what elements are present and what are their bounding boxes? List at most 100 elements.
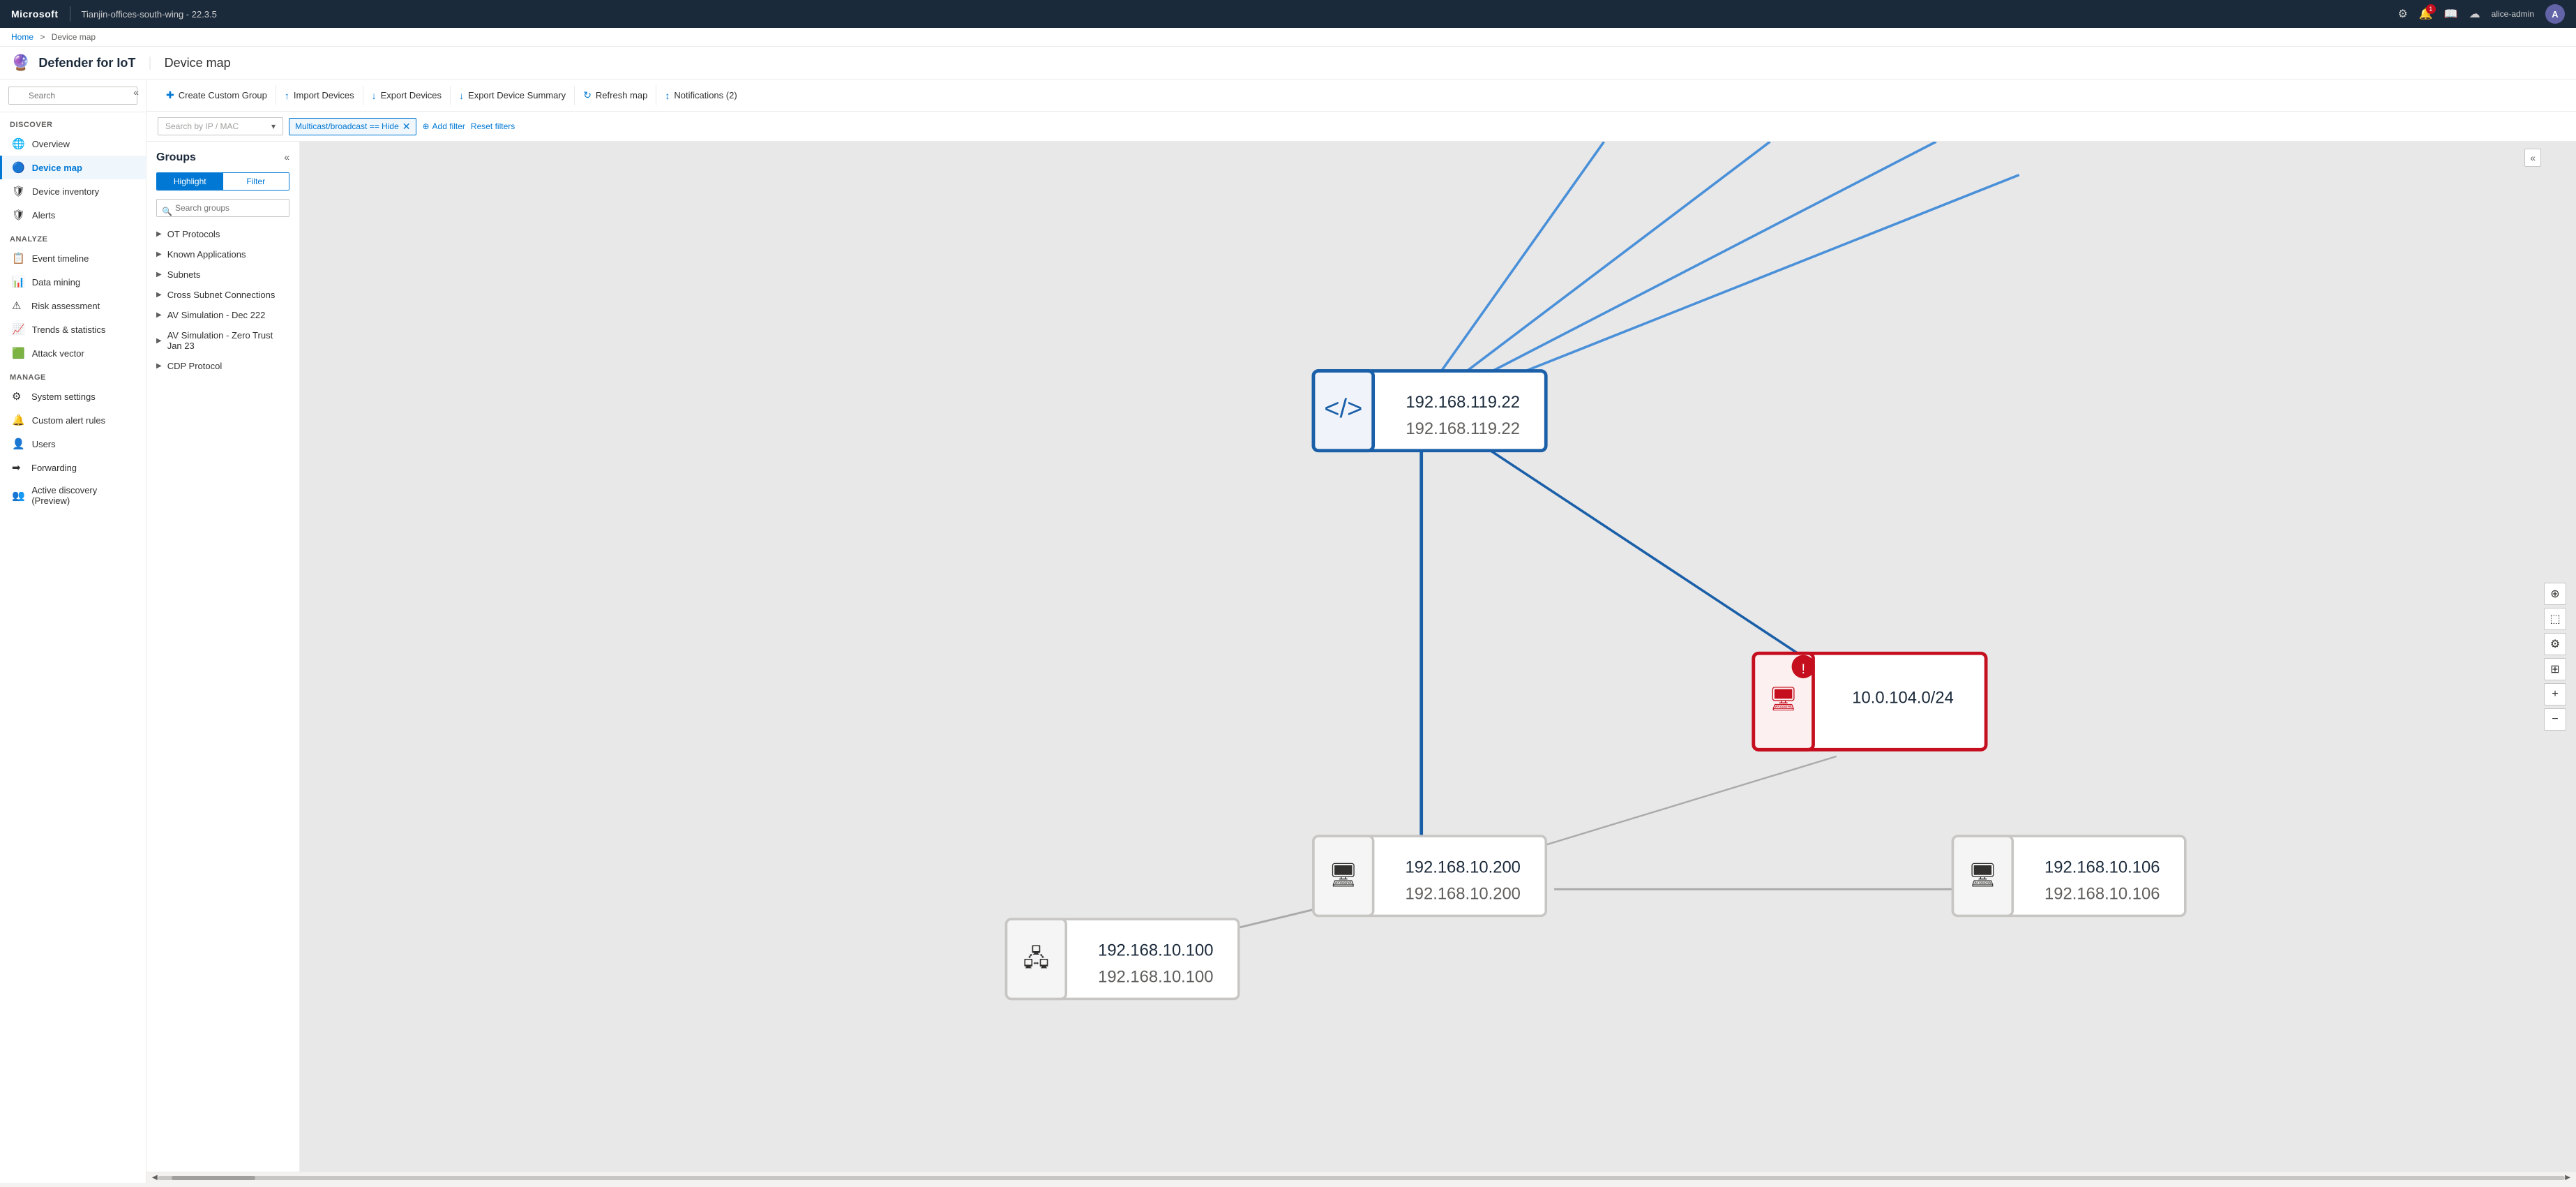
refresh-icon: ↻ (583, 89, 592, 101)
breadcrumb-sep: > (40, 32, 45, 42)
add-filter-button[interactable]: ⊕ Add filter (422, 121, 465, 131)
groups-search-input[interactable] (156, 199, 289, 217)
export-devices-label: Export Devices (381, 90, 442, 100)
tab-highlight[interactable]: Highlight (157, 173, 223, 190)
map-cursor-button[interactable]: ⊕ (2544, 583, 2566, 605)
groups-collapse-icon[interactable]: « (284, 151, 289, 163)
groups-panel-title: Groups (146, 151, 299, 172)
notif-sort-icon: ↕ (665, 90, 670, 101)
map-zoom-in-button[interactable]: + (2544, 683, 2566, 706)
sidebar-item-attack-vector[interactable]: 🟩 Attack vector (0, 341, 146, 365)
sidebar-item-trends[interactable]: 📈 Trends & statistics (0, 318, 146, 341)
export-summary-icon: ↓ (459, 90, 464, 101)
group-item-known-applications[interactable]: ▶ Known Applications (146, 244, 299, 264)
filter-chip-label: Multicast/broadcast == Hide (295, 121, 399, 131)
sidebar-item-device-inventory[interactable]: 🛡 Device inventory (0, 179, 146, 203)
filter-chip-close-icon[interactable]: ✕ (402, 121, 411, 133)
breadcrumb: Home > Device map (0, 28, 2576, 47)
map-zoom-out-button[interactable]: − (2544, 708, 2566, 731)
cloud-icon[interactable]: ☁ (2469, 7, 2480, 21)
import-devices-button[interactable]: ↑ Import Devices (276, 86, 363, 105)
sidebar-collapse-icon[interactable]: « (133, 87, 139, 98)
export-summary-button[interactable]: ↓ Export Device Summary (451, 86, 575, 105)
scrollbar-right-arrow[interactable]: ▶ (2565, 1174, 2570, 1181)
import-devices-label: Import Devices (294, 90, 354, 100)
sidebar-item-risk-assessment[interactable]: ⚠ Risk assessment (0, 294, 146, 318)
topbar-icons: ⚙ 🔔1 📖 ☁ alice-admin A (2397, 4, 2565, 24)
map-node-192-168-10-200[interactable]: 🖥 192.168.10.200 192.168.10.200 (1313, 836, 1546, 916)
group-arrow-icon: ▶ (156, 291, 162, 299)
export-icon: ↓ (372, 90, 377, 101)
create-custom-group-button[interactable]: ✚ Create Custom Group (158, 85, 276, 105)
ip-mac-filter-dropdown[interactable]: Search by IP / MAC ▾ (158, 117, 283, 135)
notifications-label: Notifications (2) (674, 90, 737, 100)
sidebar-search-input[interactable] (8, 87, 137, 105)
map-node-192-168-10-100[interactable]: 🖧 192.168.10.100 192.168.10.100 (1007, 919, 1239, 999)
defender-icon: 🔮 (11, 54, 30, 72)
sidebar-item-forwarding[interactable]: ➡ Forwarding (0, 456, 146, 479)
user-name: alice-admin (2492, 9, 2534, 19)
import-icon: ↑ (285, 90, 289, 101)
sidebar: 🔍 « Discover 🌐 Overview 🔵 Device map 🛡 D… (0, 80, 146, 1183)
map-panel-collapse-icon[interactable]: « (2524, 149, 2541, 167)
map-node-192-168-10-106[interactable]: 🖥 192.168.10.106 192.168.10.106 (1953, 836, 2185, 916)
map-settings-button[interactable]: ⚙ (2544, 633, 2566, 655)
map-node-192-168-119-22[interactable]: </> 192.168.119.22 192.168.119.22 (1313, 371, 1546, 451)
group-item-cdp-protocol[interactable]: ▶ CDP Protocol (146, 356, 299, 376)
sidebar-item-device-map[interactable]: 🔵 Device map (0, 156, 146, 179)
scrollbar-left-arrow[interactable]: ◀ (152, 1174, 158, 1181)
group-item-label: AV Simulation - Dec 222 (167, 310, 266, 320)
sidebar-item-event-timeline[interactable]: 📋 Event timeline (0, 246, 146, 270)
group-item-av-zerotrust[interactable]: ▶ AV Simulation - Zero Trust Jan 23 (146, 325, 299, 356)
sidebar-item-active-discovery-label: Active discovery (Preview) (31, 485, 136, 506)
map-canvas[interactable]: </> 192.168.119.22 192.168.119.22 🖥 ! 10… (300, 142, 2576, 1172)
forwarding-icon: ➡ (12, 461, 24, 474)
sidebar-item-overview-label: Overview (32, 139, 70, 149)
svg-text:🖥: 🖥 (1968, 863, 1997, 888)
svg-text:</>: </> (1324, 394, 1362, 424)
sidebar-item-active-discovery[interactable]: 👥 Active discovery (Preview) (0, 479, 146, 512)
map-controls: ⊕ ⬚ ⚙ ⊞ + − (2544, 583, 2566, 731)
svg-text:192.168.10.100: 192.168.10.100 (1098, 941, 1213, 960)
alerts-icon: 🛡 (12, 209, 25, 221)
sidebar-item-system-settings[interactable]: ⚙ System settings (0, 385, 146, 408)
settings-icon[interactable]: ⚙ (2397, 7, 2407, 21)
breadcrumb-home[interactable]: Home (11, 32, 33, 42)
group-item-av-dec222[interactable]: ▶ AV Simulation - Dec 222 (146, 305, 299, 325)
map-node-10-0-104-subnet[interactable]: 🖥 ! 10.0.104.0/24 (1754, 653, 1986, 749)
svg-text:🖧: 🖧 (1023, 945, 1049, 971)
risk-assessment-icon: ⚠ (12, 299, 24, 312)
notifications-icon[interactable]: 🔔1 (2419, 7, 2433, 21)
group-arrow-icon: ▶ (156, 230, 162, 238)
map-svg: </> 192.168.119.22 192.168.119.22 🖥 ! 10… (300, 142, 2576, 1172)
notifications-button[interactable]: ↕ Notifications (2) (656, 86, 745, 105)
scrollbar-thumb[interactable] (172, 1176, 255, 1180)
app-subtitle: Device map (165, 56, 231, 70)
reset-filters-button[interactable]: Reset filters (471, 121, 515, 131)
content-area: ✚ Create Custom Group ↑ Import Devices ↓… (146, 80, 2576, 1183)
group-item-subnets[interactable]: ▶ Subnets (146, 264, 299, 285)
scrollbar-track[interactable] (158, 1176, 2566, 1180)
sidebar-item-overview[interactable]: 🌐 Overview (0, 132, 146, 156)
sidebar-item-users[interactable]: 👤 Users (0, 432, 146, 456)
refresh-map-label: Refresh map (596, 90, 647, 100)
sidebar-item-event-timeline-label: Event timeline (32, 253, 89, 264)
map-layout-button[interactable]: ⊞ (2544, 658, 2566, 680)
sidebar-item-alerts[interactable]: 🛡 Alerts (0, 203, 146, 227)
group-item-ot-protocols[interactable]: ▶ OT Protocols (146, 224, 299, 244)
create-group-label: Create Custom Group (179, 90, 267, 100)
sidebar-item-custom-alert[interactable]: 🔔 Custom alert rules (0, 408, 146, 432)
refresh-map-button[interactable]: ↻ Refresh map (575, 85, 656, 105)
groups-tabs: Highlight Filter (156, 172, 289, 191)
add-filter-icon: ⊕ (422, 121, 429, 131)
manage-section-label: Manage (0, 365, 146, 385)
group-item-cross-subnet[interactable]: ▶ Cross Subnet Connections (146, 285, 299, 305)
book-icon[interactable]: 📖 (2444, 7, 2458, 21)
avatar[interactable]: A (2545, 4, 2565, 24)
tab-filter[interactable]: Filter (223, 173, 289, 190)
notif-badge-count: 1 (2426, 4, 2436, 14)
multicast-filter-chip: Multicast/broadcast == Hide ✕ (289, 118, 416, 135)
sidebar-item-data-mining[interactable]: 📊 Data mining (0, 270, 146, 294)
export-devices-button[interactable]: ↓ Export Devices (363, 86, 451, 105)
map-select-button[interactable]: ⬚ (2544, 608, 2566, 630)
